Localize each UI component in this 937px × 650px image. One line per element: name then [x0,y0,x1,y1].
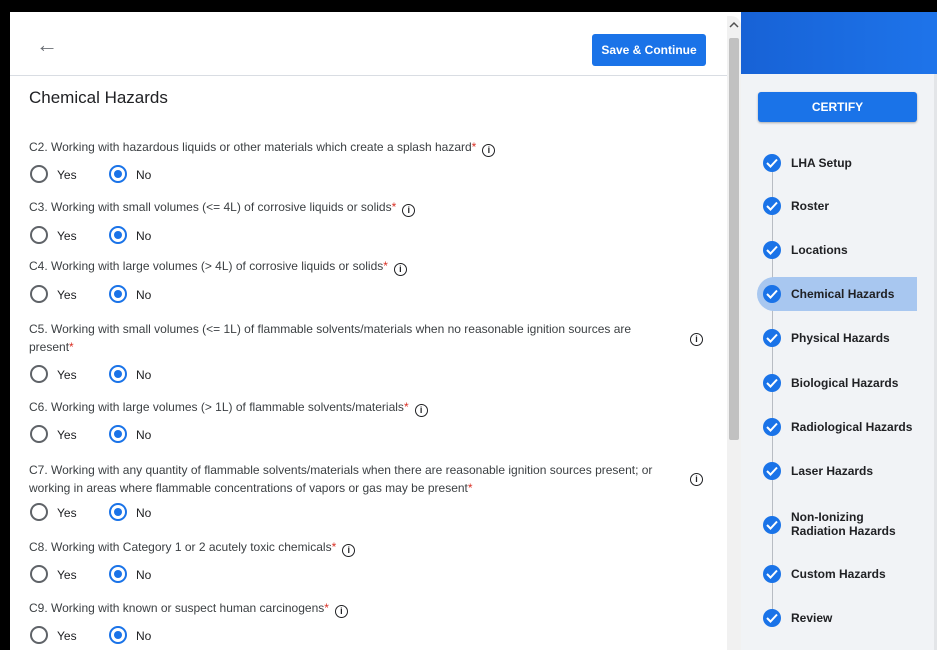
question-text: C9. Working with known or suspect human … [29,599,689,618]
radio-button[interactable] [30,365,48,383]
question-text: C4. Working with large volumes (> 4L) of… [29,257,689,276]
step-lha-setup[interactable]: LHA Setup [757,146,917,180]
radio-button[interactable] [30,565,48,583]
info-icon[interactable]: i [402,204,416,217]
check-circle-icon [763,285,781,303]
question-text: C3. Working with small volumes (<= 4L) o… [29,198,689,217]
certify-button[interactable]: CERTIFY [758,92,917,122]
step-custom-hazards[interactable]: Custom Hazards [757,557,917,591]
info-icon[interactable]: i [334,605,348,618]
check-circle-icon [763,197,781,215]
check-circle-icon [763,418,781,436]
step-non-ionizing-radiation-hazards[interactable]: Non-Ionizing Radiation Hazards [757,508,917,548]
check-circle-icon [763,516,781,534]
back-arrow-icon[interactable]: ← [36,34,58,56]
window-border [0,0,10,650]
app-window: ← Save & Continue Chemical Hazards C2. W… [0,0,937,650]
info-icon[interactable]: i [690,333,703,346]
question-text: C2. Working with hazardous liquids or ot… [29,138,689,157]
window-border [0,0,937,12]
step-radiological-hazards[interactable]: Radiological Hazards [757,410,917,444]
radio-button-selected[interactable] [109,285,127,303]
question-text: C8. Working with Category 1 or 2 acutely… [29,538,689,557]
top-app-bar [741,12,937,74]
check-circle-icon [763,609,781,627]
scrollbar-thumb[interactable] [729,38,739,440]
info-icon[interactable]: i [482,144,496,157]
progress-sidebar: CERTIFY LHA Setup Roster Locations Chemi… [741,74,937,650]
step-physical-hazards[interactable]: Physical Hazards [757,321,917,355]
radio-button-selected[interactable] [109,226,127,244]
radio-button[interactable] [30,226,48,244]
step-review[interactable]: Review [757,601,917,635]
check-circle-icon [763,154,781,172]
check-circle-icon [763,374,781,392]
question-text: C5. Working with small volumes (<= 1L) o… [29,322,632,354]
radio-button[interactable] [30,165,48,183]
form-header: ← Save & Continue [10,16,727,76]
check-circle-icon [763,241,781,259]
info-icon[interactable]: i [414,404,428,417]
check-circle-icon [763,565,781,583]
section-title: Chemical Hazards [29,88,168,107]
step-biological-hazards[interactable]: Biological Hazards [757,366,917,400]
info-icon[interactable]: i [342,544,356,557]
scroll-up-arrow-icon[interactable] [729,20,739,30]
step-roster[interactable]: Roster [757,189,917,223]
radio-button[interactable] [30,626,48,644]
vertical-scrollbar[interactable] [727,16,741,650]
save-continue-button[interactable]: Save & Continue [592,34,706,66]
check-circle-icon [763,329,781,347]
step-locations[interactable]: Locations [757,233,917,267]
question-text: C6. Working with large volumes (> 1L) of… [29,398,689,417]
radio-button-selected[interactable] [109,365,127,383]
info-icon[interactable]: i [393,263,407,276]
step-chemical-hazards[interactable]: Chemical Hazards [757,277,917,311]
question-text: C7. Working with any quantity of flammab… [29,463,653,495]
info-icon[interactable]: i [690,473,703,486]
radio-button[interactable] [30,425,48,443]
radio-button-selected[interactable] [109,626,127,644]
radio-button[interactable] [30,285,48,303]
radio-button-selected[interactable] [109,425,127,443]
radio-button-selected[interactable] [109,503,127,521]
check-circle-icon [763,462,781,480]
radio-button-selected[interactable] [109,565,127,583]
radio-button[interactable] [30,503,48,521]
step-laser-hazards[interactable]: Laser Hazards [757,454,917,488]
radio-button-selected[interactable] [109,165,127,183]
